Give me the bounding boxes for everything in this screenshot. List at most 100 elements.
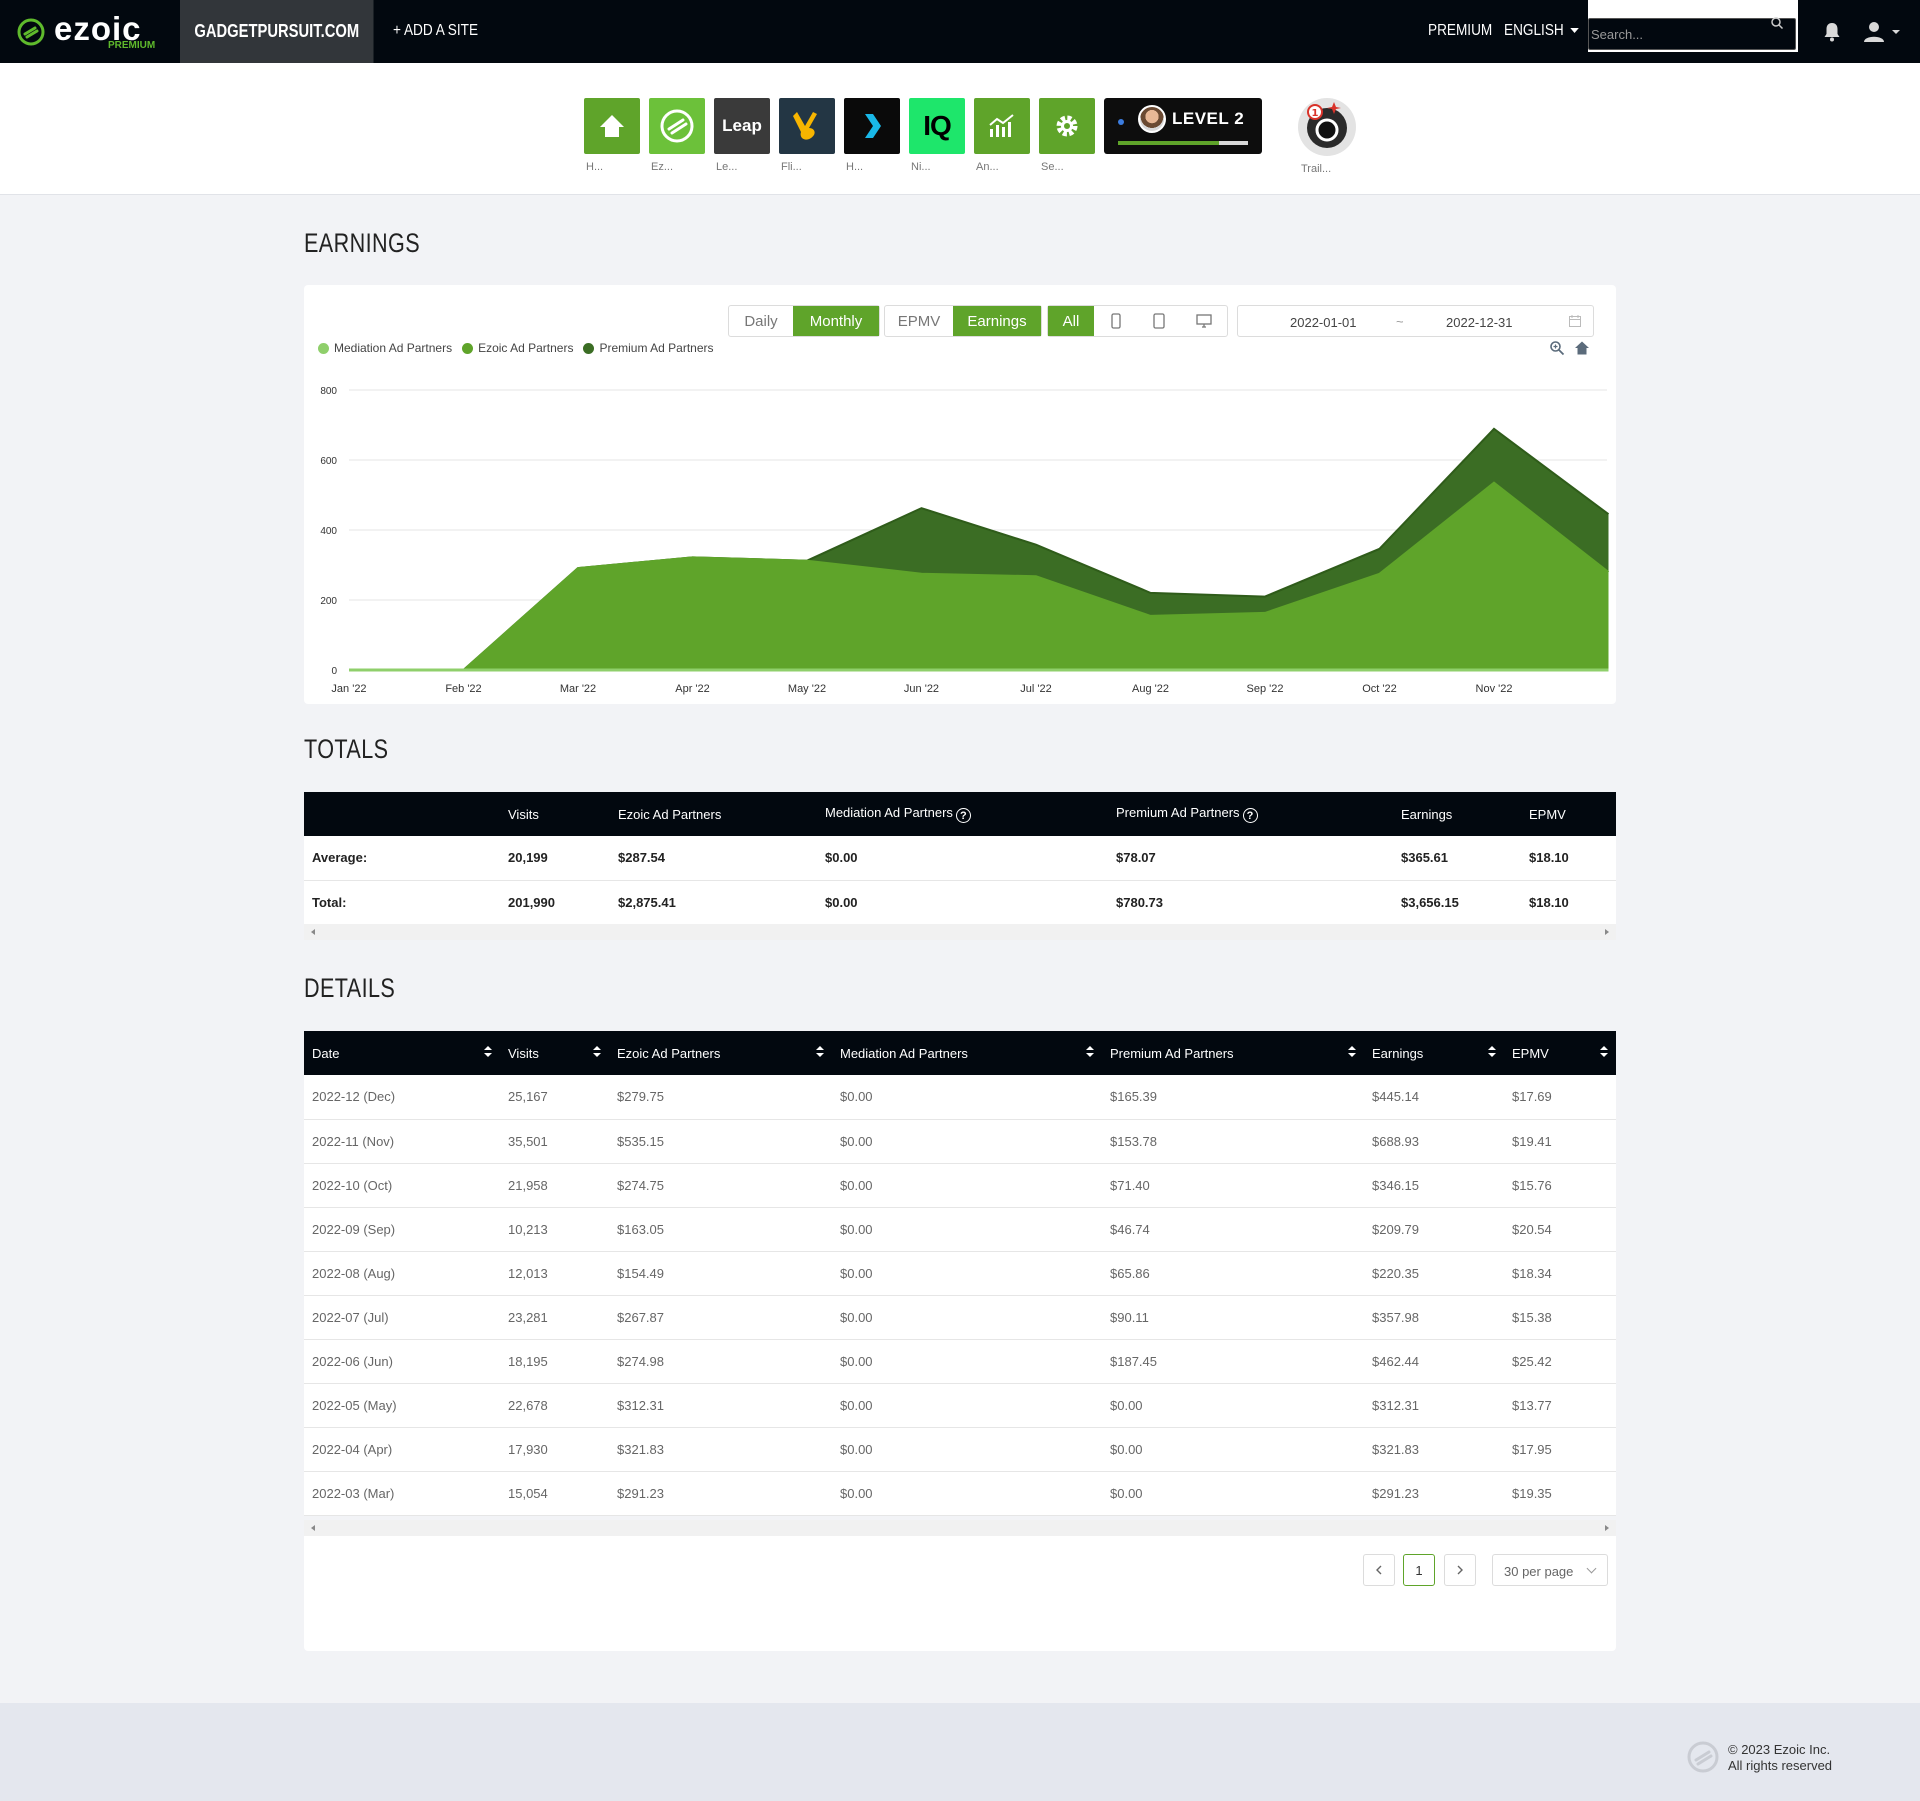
- help-icon[interactable]: ?: [1242, 808, 1258, 824]
- sort-icon[interactable]: [816, 1045, 824, 1057]
- app-niche-iq[interactable]: IQ Ni...: [909, 98, 965, 173]
- level-badge[interactable]: LEVEL 2: [1104, 98, 1262, 154]
- table-cell: $19.35: [1504, 1471, 1616, 1516]
- earnings-button[interactable]: Earnings: [953, 306, 1041, 336]
- table-cell: $0.00: [817, 880, 1108, 925]
- legend-item-mediation[interactable]: Mediation Ad Partners: [318, 341, 452, 355]
- search-input[interactable]: [1588, 18, 1796, 50]
- app-label: Ez...: [651, 161, 674, 173]
- per-page-select[interactable]: 30 per page: [1492, 1554, 1608, 1586]
- table-cell: $17.95: [1504, 1427, 1616, 1472]
- column-header-label: Earnings: [1372, 1045, 1424, 1061]
- niche-iq-icon: IQ: [909, 98, 965, 154]
- sortable-column-header[interactable]: Date: [304, 1031, 500, 1075]
- table-cell: 2022-12 (Dec): [304, 1075, 500, 1120]
- sortable-column-header[interactable]: EPMV: [1504, 1031, 1616, 1075]
- details-horizontal-scrollbar[interactable]: [304, 1520, 1616, 1536]
- sortable-column-header[interactable]: Ezoic Ad Partners: [609, 1031, 832, 1075]
- search-icon[interactable]: [1770, 16, 1784, 30]
- column-header: [304, 792, 500, 836]
- app-label: Ni...: [911, 161, 931, 173]
- user-icon[interactable]: [1862, 20, 1900, 44]
- table-cell: $321.83: [1364, 1427, 1504, 1472]
- table-row: 2022-11 (Nov) 35,501 $535.15 $0.00 $153.78 $6…: [304, 1119, 1616, 1164]
- table-cell: $267.87: [609, 1295, 832, 1340]
- totals-horizontal-scrollbar[interactable]: [304, 924, 1616, 940]
- x-tick-label: Nov '22: [1476, 683, 1513, 695]
- table-cell: $312.31: [1364, 1383, 1504, 1428]
- scroll-right-icon[interactable]: [1605, 929, 1609, 935]
- sortable-column-header[interactable]: Premium Ad Partners: [1102, 1031, 1364, 1075]
- table-cell: $462.44: [1364, 1339, 1504, 1384]
- app-trail[interactable]: 1 Trail...: [1298, 98, 1358, 175]
- x-tick-label: Jun '22: [904, 683, 939, 695]
- date-range-picker[interactable]: 2022-01-01 ~ 2022-12-31: [1237, 305, 1594, 337]
- epmv-button[interactable]: EPMV: [885, 306, 953, 336]
- monthly-button[interactable]: Monthly: [793, 306, 879, 336]
- sort-icon[interactable]: [1348, 1045, 1356, 1057]
- table-cell: $445.14: [1364, 1075, 1504, 1120]
- table-cell: $15.38: [1504, 1295, 1616, 1340]
- current-site-tab[interactable]: GADGETPURSUIT.COM: [180, 0, 374, 63]
- sortable-column-header[interactable]: Visits: [500, 1031, 609, 1075]
- tablet-button[interactable]: [1138, 306, 1182, 336]
- legend-label: Ezoic Ad Partners: [478, 341, 574, 355]
- ezoic-logo[interactable]: ezoic PREMIUM: [16, 10, 166, 52]
- language-dropdown[interactable]: ENGLISH: [1504, 22, 1580, 40]
- mobile-button[interactable]: [1094, 306, 1138, 336]
- add-site-link[interactable]: + ADD A SITE: [393, 22, 478, 40]
- mobile-icon: [1111, 313, 1121, 329]
- sort-icon[interactable]: [1488, 1045, 1496, 1057]
- x-tick-label: Aug '22: [1132, 683, 1169, 695]
- app-leap[interactable]: Leap Le...: [714, 98, 770, 173]
- premium-link[interactable]: PREMIUM: [1428, 22, 1492, 40]
- legend-item-ezoic[interactable]: Ezoic Ad Partners: [462, 341, 573, 355]
- daily-button[interactable]: Daily: [729, 306, 793, 336]
- table-cell: 2022-10 (Oct): [304, 1163, 500, 1208]
- level-progress-fill: [1118, 141, 1220, 145]
- legend-item-premium[interactable]: Premium Ad Partners: [583, 341, 714, 355]
- flickify-icon: [779, 98, 835, 154]
- app-settings[interactable]: Se...: [1039, 98, 1095, 173]
- table-cell: $13.77: [1504, 1383, 1616, 1428]
- app-flickify[interactable]: Fli...: [779, 98, 835, 173]
- bell-icon[interactable]: [1820, 20, 1844, 44]
- table-row: 2022-12 (Dec) 25,167 $279.75 $0.00 $165.39 $4…: [304, 1075, 1616, 1120]
- app-analytics[interactable]: An...: [974, 98, 1030, 173]
- app-label: H...: [586, 161, 604, 173]
- app-humix[interactable]: H...: [844, 98, 900, 173]
- previous-page-button[interactable]: [1363, 1554, 1395, 1586]
- sortable-column-header[interactable]: Earnings: [1364, 1031, 1504, 1075]
- sortable-column-header[interactable]: Mediation Ad Partners: [832, 1031, 1102, 1075]
- ezoic-logo-icon: [17, 18, 45, 46]
- all-devices-button[interactable]: All: [1048, 306, 1094, 336]
- table-cell: $165.39: [1102, 1075, 1364, 1120]
- table-cell: $0.00: [832, 1471, 1102, 1516]
- table-cell: $535.15: [609, 1119, 832, 1164]
- help-icon[interactable]: ?: [955, 808, 971, 824]
- zoom-icon[interactable]: [1549, 340, 1565, 356]
- sort-icon[interactable]: [1086, 1045, 1094, 1057]
- scroll-right-icon[interactable]: [1605, 1525, 1609, 1531]
- column-header-label: Mediation Ad Partners: [825, 804, 953, 820]
- sort-icon[interactable]: [1600, 1045, 1608, 1057]
- scroll-left-icon[interactable]: [311, 929, 315, 935]
- sort-icon[interactable]: [484, 1045, 492, 1057]
- sort-icon[interactable]: [593, 1045, 601, 1057]
- scroll-left-icon[interactable]: [311, 1525, 315, 1531]
- date-from: 2022-01-01: [1290, 315, 1357, 330]
- table-cell: $0.00: [832, 1427, 1102, 1472]
- app-home[interactable]: H...: [584, 98, 640, 173]
- language-label: ENGLISH: [1504, 22, 1564, 39]
- reset-zoom-home-icon[interactable]: [1574, 340, 1590, 356]
- next-page-button[interactable]: [1444, 1554, 1476, 1586]
- y-tick-label: 0: [331, 666, 337, 677]
- app-ezoic[interactable]: Ez...: [649, 98, 705, 173]
- date-to: 2022-12-31: [1446, 315, 1513, 330]
- date-separator: ~: [1396, 314, 1404, 329]
- table-cell: 201,990: [500, 880, 610, 925]
- analytics-icon: [974, 98, 1030, 154]
- table-cell: $154.49: [609, 1251, 832, 1296]
- desktop-button[interactable]: [1181, 306, 1227, 336]
- page-button-current[interactable]: 1: [1403, 1554, 1435, 1586]
